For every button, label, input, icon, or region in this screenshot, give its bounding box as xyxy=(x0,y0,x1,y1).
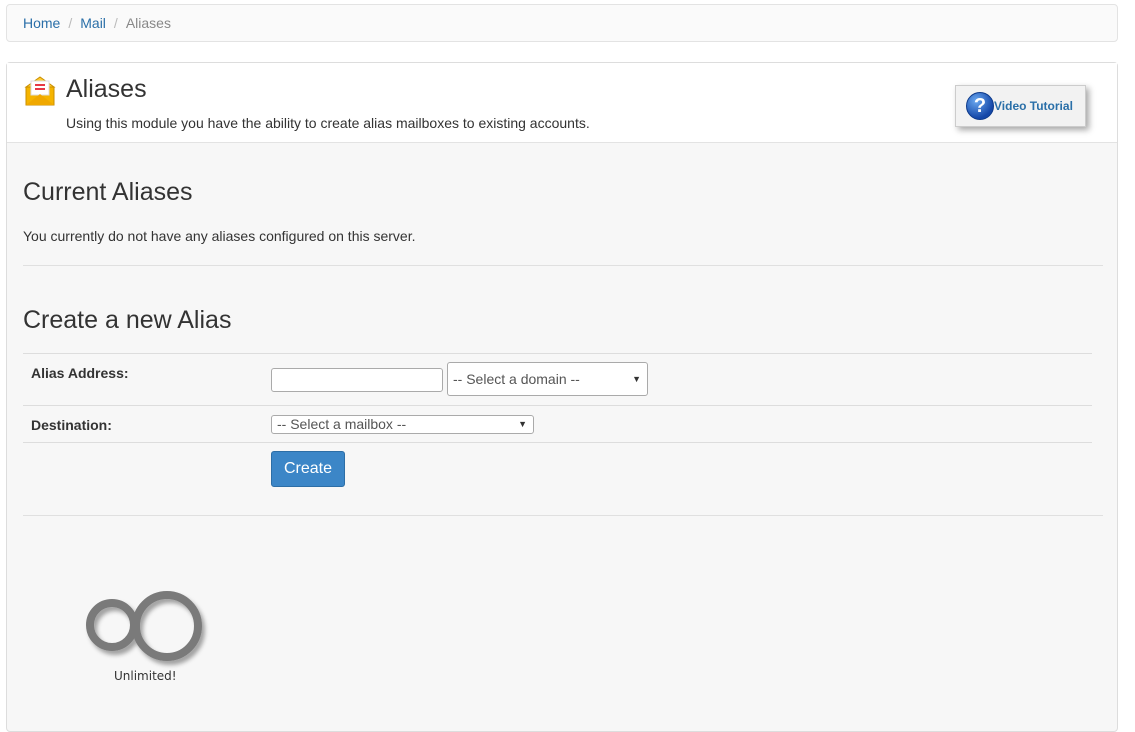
no-aliases-message: You currently do not have any aliases co… xyxy=(23,228,416,244)
create-button[interactable]: Create xyxy=(271,451,345,487)
page-title: Aliases xyxy=(66,75,147,103)
help-icon: ? xyxy=(966,92,994,120)
destination-row: Destination: -- Select a mailbox -- ▼ xyxy=(23,405,1092,442)
breadcrumb-separator: / xyxy=(113,15,118,31)
breadcrumb: Home / Mail / Aliases xyxy=(6,4,1118,42)
domain-select[interactable]: -- Select a domain -- ▼ xyxy=(447,362,648,396)
breadcrumb-mail[interactable]: Mail xyxy=(80,15,106,31)
destination-label: Destination: xyxy=(31,417,112,433)
divider xyxy=(23,265,1103,266)
caret-down-icon: ▼ xyxy=(632,374,641,384)
mailbox-select[interactable]: -- Select a mailbox -- ▼ xyxy=(271,415,534,434)
page-description: Using this module you have the ability t… xyxy=(66,115,590,131)
current-aliases-heading: Current Aliases xyxy=(23,178,193,206)
panel-header: Aliases Using this module you have the a… xyxy=(7,63,1117,143)
alias-address-input[interactable] xyxy=(271,368,443,392)
unlimited-label: Unlimited! xyxy=(114,669,177,683)
breadcrumb-current: Aliases xyxy=(125,15,171,31)
alias-address-row: Alias Address: -- Select a domain -- ▼ xyxy=(23,353,1092,405)
divider xyxy=(23,515,1103,516)
create-alias-heading: Create a new Alias xyxy=(23,306,232,334)
breadcrumb-home[interactable]: Home xyxy=(23,15,60,31)
submit-row: Create xyxy=(23,442,1092,514)
alias-address-label: Alias Address: xyxy=(31,365,129,381)
mailbox-select-value: -- Select a mailbox -- xyxy=(277,416,407,432)
create-alias-form: Alias Address: -- Select a domain -- ▼ D… xyxy=(23,353,1092,514)
breadcrumb-separator: / xyxy=(68,15,73,31)
video-tutorial-button[interactable]: ? Video Tutorial xyxy=(955,85,1086,127)
video-tutorial-label: Video Tutorial xyxy=(994,99,1073,113)
caret-down-icon: ▼ xyxy=(518,419,527,429)
domain-select-value: -- Select a domain -- xyxy=(453,371,580,387)
aliases-panel: Aliases Using this module you have the a… xyxy=(6,62,1118,732)
envelope-icon xyxy=(24,76,56,106)
